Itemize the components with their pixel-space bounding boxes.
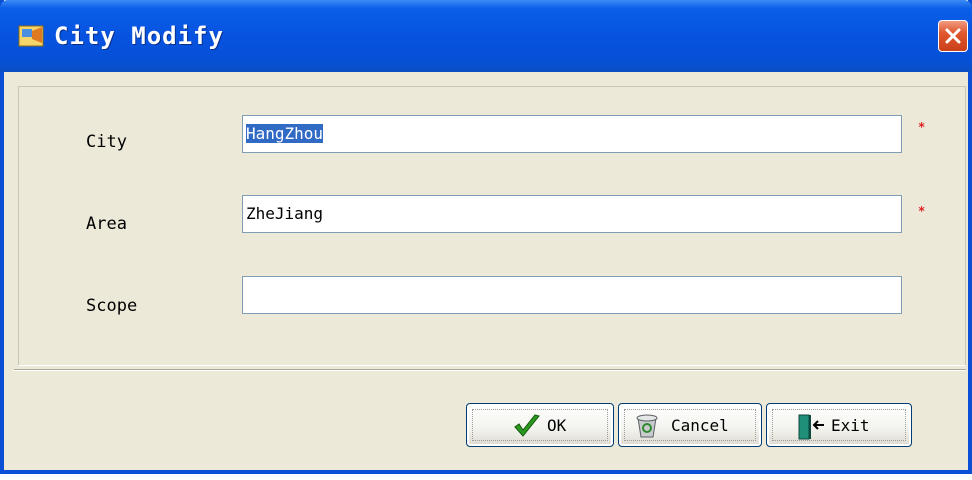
city-label: City (86, 132, 127, 152)
area-required-mark: * (918, 204, 926, 218)
app-icon (18, 25, 44, 47)
area-label: Area (86, 214, 127, 234)
recycle-bin-icon (636, 414, 658, 438)
scope-label: Scope (86, 296, 138, 316)
area-input-value: ZheJiang (246, 204, 324, 223)
divider (14, 369, 966, 371)
cancel-button[interactable]: Cancel (618, 403, 762, 447)
close-button[interactable] (938, 20, 968, 52)
city-input-value: HangZhou (246, 124, 324, 143)
window-title: City Modify (54, 22, 224, 50)
exit-door-icon (798, 414, 824, 440)
cancel-button-label: Cancel (671, 416, 729, 435)
scope-input[interactable] (242, 276, 902, 314)
city-input[interactable]: HangZhou (242, 115, 902, 153)
close-icon (945, 28, 961, 44)
check-icon (514, 414, 540, 437)
exit-button-label: Exit (831, 416, 870, 435)
city-required-mark: * (918, 120, 926, 134)
ok-button[interactable]: OK (466, 403, 614, 447)
title-bar[interactable]: City Modify (0, 0, 972, 72)
exit-button[interactable]: Exit (766, 403, 912, 447)
ok-button-label: OK (547, 416, 567, 435)
city-modify-dialog: City Modify City HangZhou * Area ZheJian… (0, 0, 972, 474)
area-input[interactable]: ZheJiang (242, 195, 902, 233)
